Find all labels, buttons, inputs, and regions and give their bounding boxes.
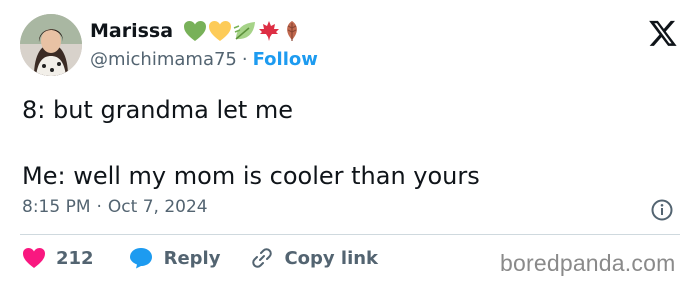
user-handle[interactable]: @michimama75 xyxy=(90,49,237,70)
maple-leaf-icon xyxy=(259,21,280,41)
divider xyxy=(20,234,680,235)
heart-icon xyxy=(23,248,45,268)
fallen-leaf-icon xyxy=(287,21,297,41)
leaf-fluttering-icon xyxy=(233,22,256,40)
tweet-header: Marissa @michimama75 · Follow xyxy=(20,14,680,76)
tweet-line: 8: but grandma let me xyxy=(22,96,294,124)
tweet-date[interactable]: Oct 7, 2024 xyxy=(108,197,208,217)
tweet-text: 8: but grandma let me Me: well my mom is… xyxy=(22,94,662,193)
display-name[interactable]: Marissa xyxy=(90,20,173,42)
yellow-heart-icon xyxy=(209,21,232,41)
copy-link-button[interactable]: Copy link xyxy=(250,246,378,270)
name-row: Marissa xyxy=(90,20,303,42)
like-button[interactable]: 212 xyxy=(22,247,94,269)
x-logo-icon[interactable] xyxy=(648,18,678,48)
meta-separator: · xyxy=(96,197,102,217)
tweet-time[interactable]: 8:15 PM xyxy=(22,197,91,217)
action-bar: 212 Reply Copy link xyxy=(22,246,378,270)
tweet-line-gap xyxy=(22,127,662,160)
reply-label: Reply xyxy=(163,247,221,269)
like-count: 212 xyxy=(56,247,94,269)
watermark: boredpanda.com xyxy=(500,250,676,276)
green-heart-icon xyxy=(184,21,207,41)
follow-button[interactable]: Follow xyxy=(253,49,318,70)
avatar[interactable] xyxy=(20,14,82,76)
link-icon xyxy=(252,248,273,268)
tweet-line: Me: well my mom is cooler than yours xyxy=(22,162,480,190)
tweet-meta: 8:15 PM · Oct 7, 2024 xyxy=(22,197,208,217)
reply-button[interactable]: Reply xyxy=(128,246,221,270)
info-icon[interactable] xyxy=(650,198,674,222)
copy-link-label: Copy link xyxy=(284,247,379,269)
name-emojis xyxy=(183,20,303,42)
handle-separator: · xyxy=(241,49,248,70)
handle-row: @michimama75 · Follow xyxy=(90,49,318,70)
reply-bubble-icon xyxy=(129,248,152,269)
